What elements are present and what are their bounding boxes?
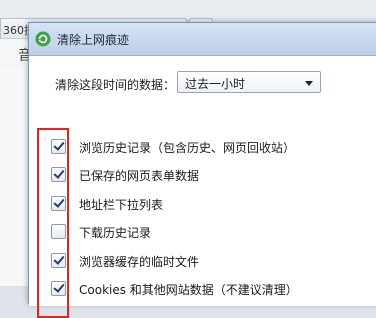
option-browsing-history[interactable]: 浏览历史记录（包含历史、网页回收站） xyxy=(51,137,371,157)
dialog-title: 清除上网痕迹 xyxy=(57,33,130,47)
option-address-bar-list[interactable]: 地址栏下拉列表 xyxy=(51,194,371,214)
option-label: Cookies 和其他网站数据（不建议清理） xyxy=(79,283,298,297)
checkbox[interactable] xyxy=(51,253,66,268)
checkbox[interactable] xyxy=(51,139,66,154)
checkbox[interactable] xyxy=(51,167,66,182)
option-label: 已保存的网页表单数据 xyxy=(79,169,200,183)
time-range-label: 清除这段时间的数据： xyxy=(55,78,176,92)
checkbox[interactable] xyxy=(51,224,66,239)
time-range-select[interactable]: 过去一小时 xyxy=(177,71,321,93)
time-range-value: 过去一小时 xyxy=(185,77,246,91)
refresh-icon xyxy=(35,31,51,47)
chevron-down-icon xyxy=(305,81,313,86)
clear-history-dialog: 清除上网痕迹 清除这段时间的数据： 过去一小时 浏览历史记录（包含历史、网页回收… xyxy=(28,22,376,318)
option-label: 浏览器缓存的临时文件 xyxy=(79,255,200,269)
dialog-body: 清除这段时间的数据： 过去一小时 浏览历史记录（包含历史、网页回收站） 已保存的… xyxy=(29,56,376,318)
option-label: 浏览历史记录（包含历史、网页回收站） xyxy=(79,141,296,155)
option-form-data[interactable]: 已保存的网页表单数据 xyxy=(51,165,371,185)
option-cookies[interactable]: Cookies 和其他网站数据（不建议清理） xyxy=(51,279,371,299)
option-label: 下载历史记录 xyxy=(79,226,152,240)
dialog-titlebar[interactable]: 清除上网痕迹 xyxy=(29,23,376,56)
checkbox[interactable] xyxy=(51,196,66,211)
option-download-history[interactable]: 下载历史记录 xyxy=(51,222,371,242)
option-label: 地址栏下拉列表 xyxy=(79,198,164,212)
checkbox[interactable] xyxy=(51,281,66,296)
option-cache-files[interactable]: 浏览器缓存的临时文件 xyxy=(51,251,371,271)
